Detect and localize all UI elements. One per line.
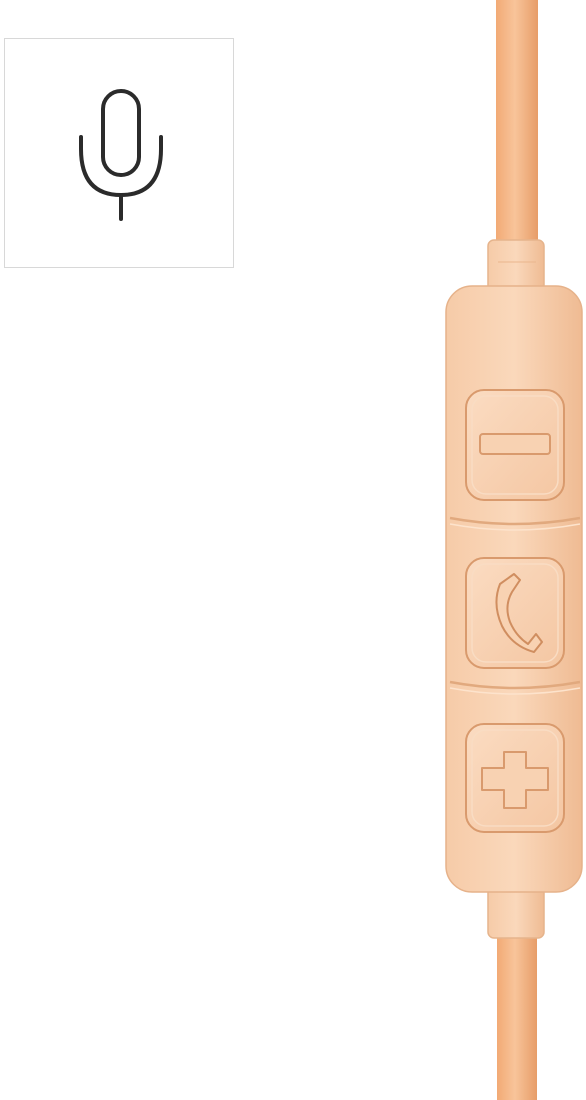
cable-top [496,0,538,250]
volume-up-button[interactable] [465,723,565,833]
volume-down-button[interactable] [465,389,565,501]
inline-remote-illustration [445,0,583,1100]
volume-down-icon [479,433,551,455]
call-button[interactable] [465,557,565,669]
cable-bottom [497,920,537,1100]
